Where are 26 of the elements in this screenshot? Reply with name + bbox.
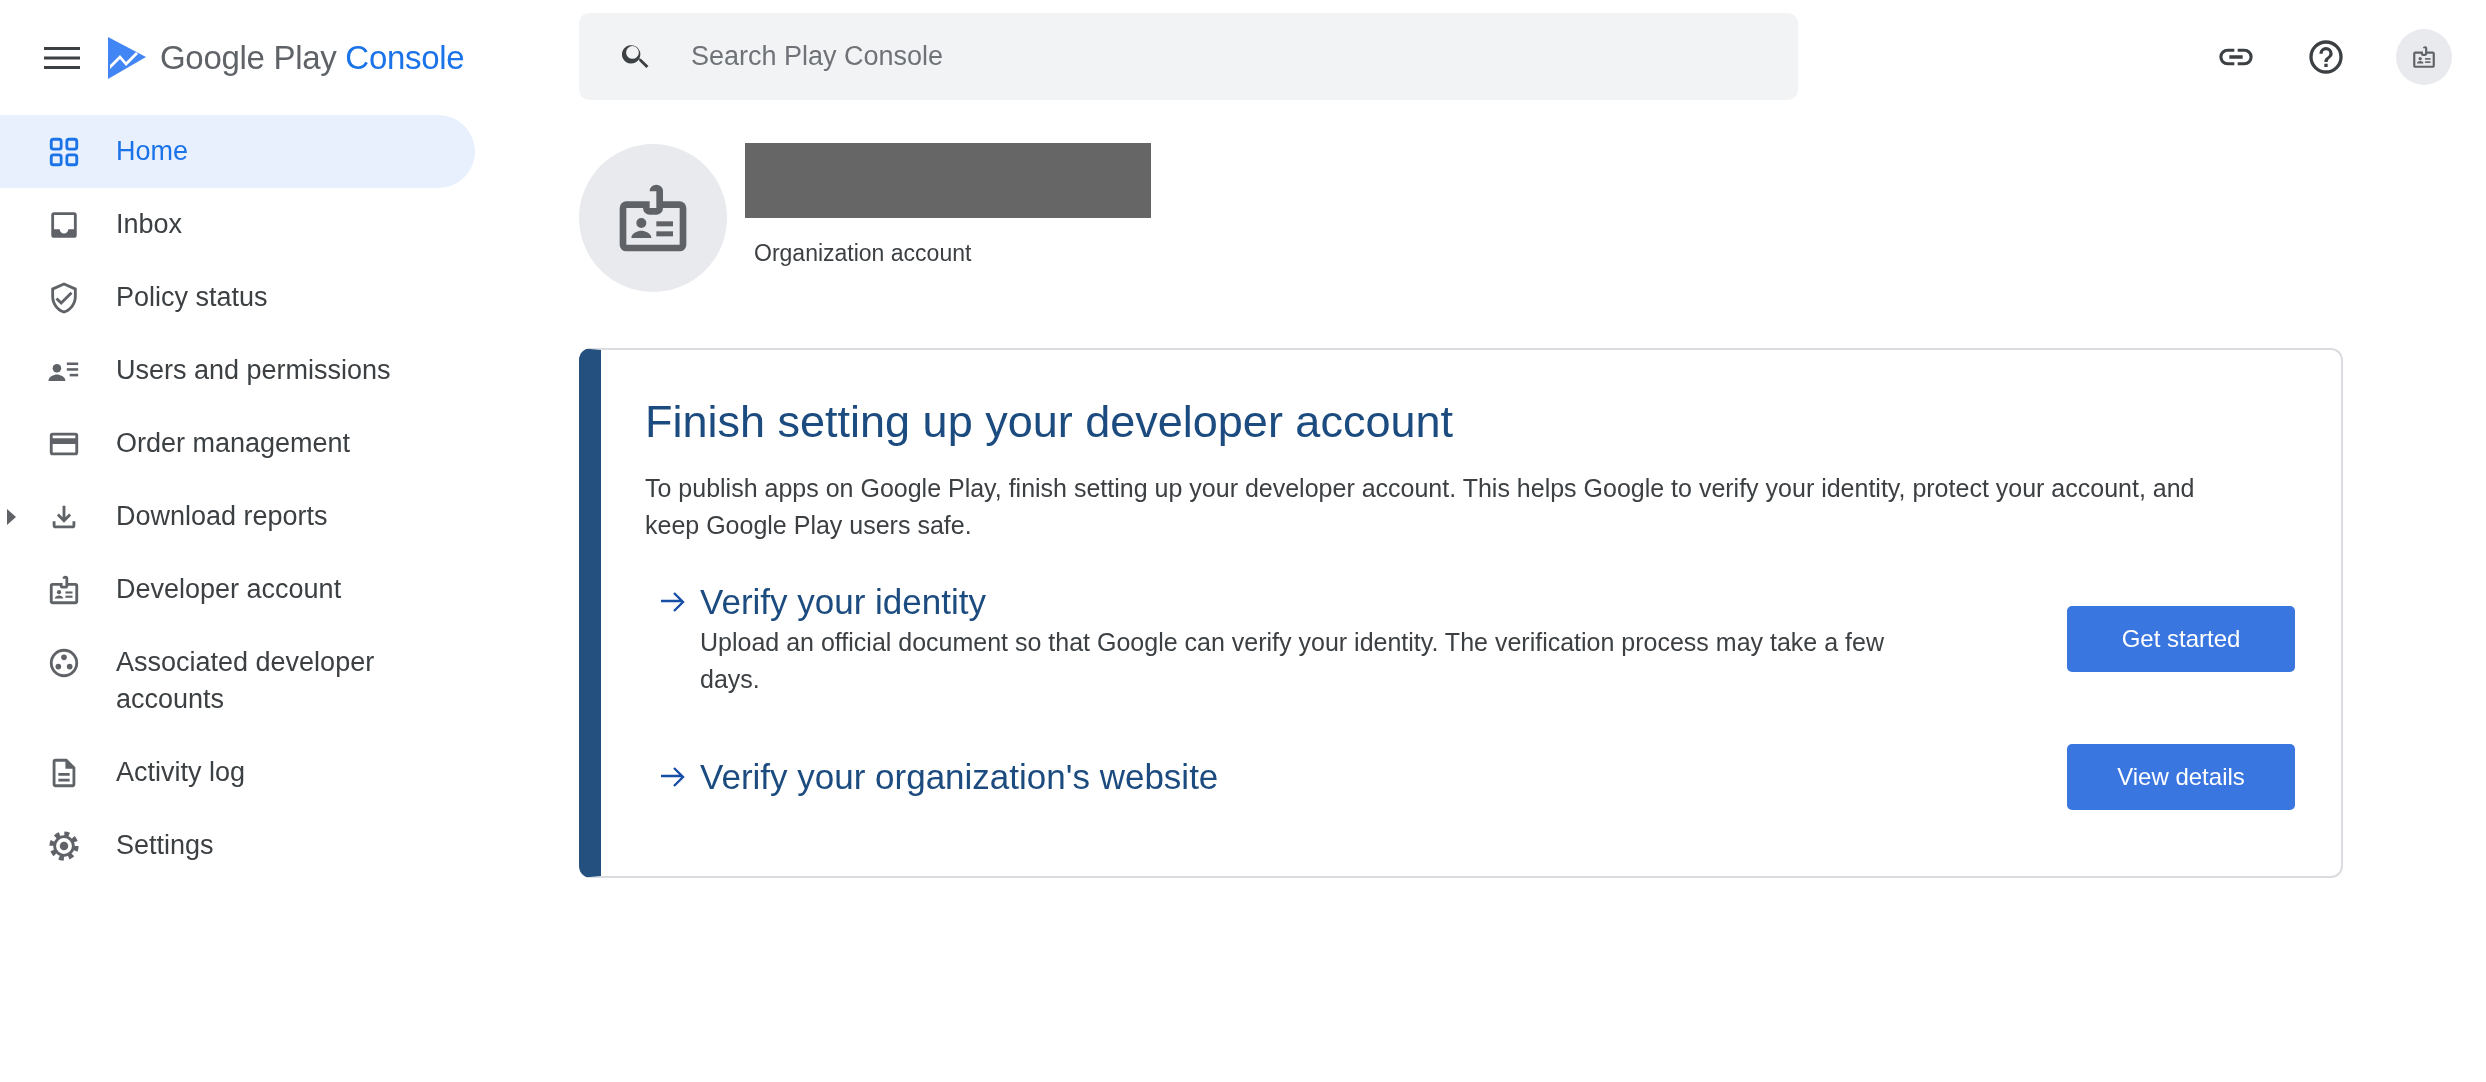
search-field[interactable]: Search Play Console — [579, 13, 1798, 100]
nav-item[interactable]: Associated developer accounts — [0, 626, 475, 736]
play-logo-icon — [106, 34, 148, 81]
nav-item[interactable]: Developer account — [0, 553, 475, 626]
nav-item[interactable]: Settings — [0, 809, 475, 882]
nav-item[interactable]: Home — [0, 115, 475, 188]
caret-icon[interactable] — [7, 509, 16, 525]
card-title: Finish setting up your developer account — [645, 395, 1454, 449]
nav-item[interactable]: Order management — [0, 407, 475, 480]
nav-item[interactable]: Users and permissions — [0, 334, 475, 407]
arrow-icon — [661, 766, 687, 788]
settings-icon — [47, 828, 81, 863]
step-description: Upload an official document so that Google can verify your identity. The verification process may take a few days. — [700, 627, 1885, 695]
card-description: To publish apps on Google Play, finish setting up your developer account. This helps Google to verify your identity, protect your account, and keep Google Play users safe. — [645, 473, 2196, 541]
nav-item[interactable]: Activity log — [0, 736, 475, 809]
view-details-button[interactable]: View details — [2067, 744, 2295, 810]
menu-icon[interactable] — [44, 45, 80, 70]
get-started-button[interactable]: Get started — [2067, 606, 2295, 672]
nav-item[interactable]: Download reports — [0, 480, 475, 553]
brand-name: Google Play Console — [160, 38, 465, 77]
step-title: Verify your organization's website — [700, 756, 1219, 798]
step-title: Verify your identity — [700, 581, 986, 623]
arrow-icon — [661, 591, 687, 613]
nav-item[interactable]: Policy status — [0, 261, 475, 334]
nav-item[interactable]: Inbox — [0, 188, 475, 261]
account-type: Organization account — [754, 240, 973, 267]
